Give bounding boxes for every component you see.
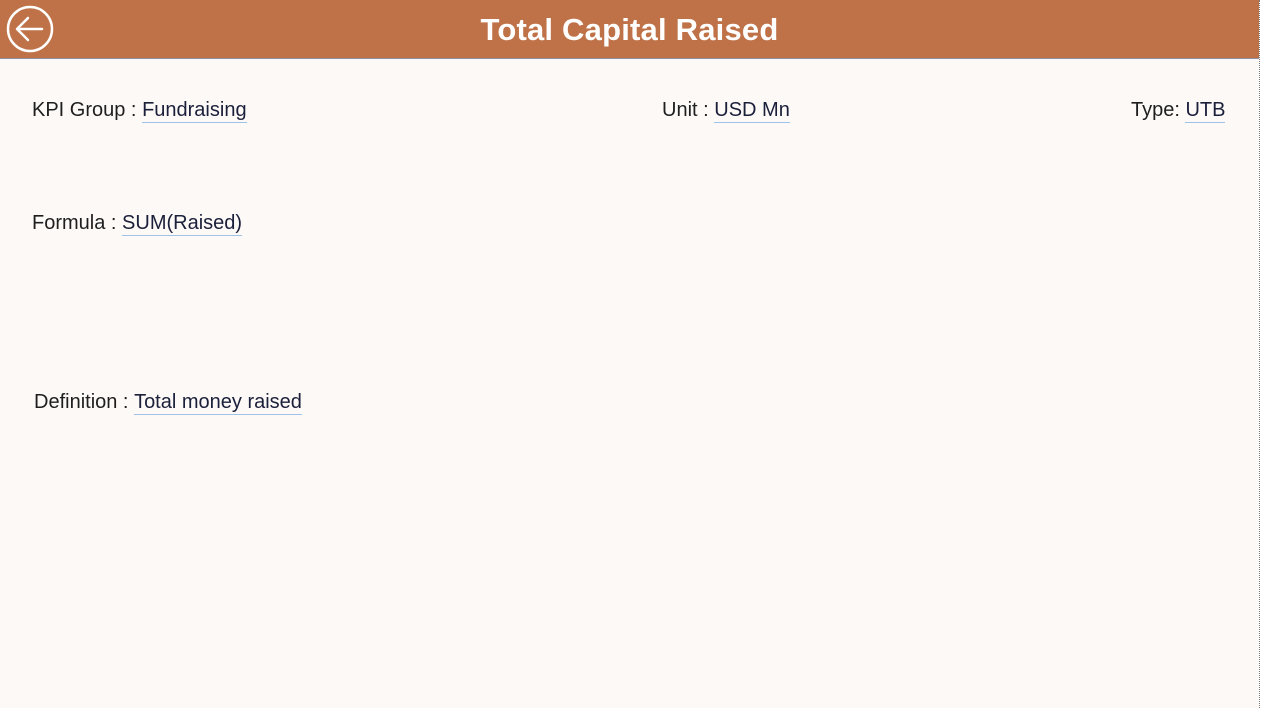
page-title: Total Capital Raised xyxy=(480,12,779,47)
header-bar: Total Capital Raised xyxy=(0,0,1259,59)
unit-value: USD Mn xyxy=(714,99,790,123)
definition-label: Definition : xyxy=(34,391,129,413)
page-edge-divider xyxy=(1259,0,1261,708)
type-label: Type: xyxy=(1131,99,1180,121)
definition-field: Definition : Total money raised xyxy=(34,391,302,415)
formula-field: Formula : SUM(Raised) xyxy=(32,212,243,236)
kpi-definition-page: Total Capital Raised KPI Group : Fundrai… xyxy=(0,0,1259,708)
formula-label: Formula : xyxy=(32,212,117,234)
kpi-group-label: KPI Group : xyxy=(32,99,137,121)
kpi-group-field: KPI Group : Fundraising xyxy=(32,99,247,123)
kpi-group-value: Fundraising xyxy=(142,99,247,123)
unit-label: Unit : xyxy=(662,99,709,121)
type-field: Type: UTB xyxy=(1131,99,1226,123)
definition-value: Total money raised xyxy=(134,391,302,415)
right-margin xyxy=(1262,0,1280,708)
formula-value: SUM(Raised) xyxy=(122,212,243,236)
type-value: UTB xyxy=(1185,99,1226,123)
unit-field: Unit : USD Mn xyxy=(662,99,790,123)
